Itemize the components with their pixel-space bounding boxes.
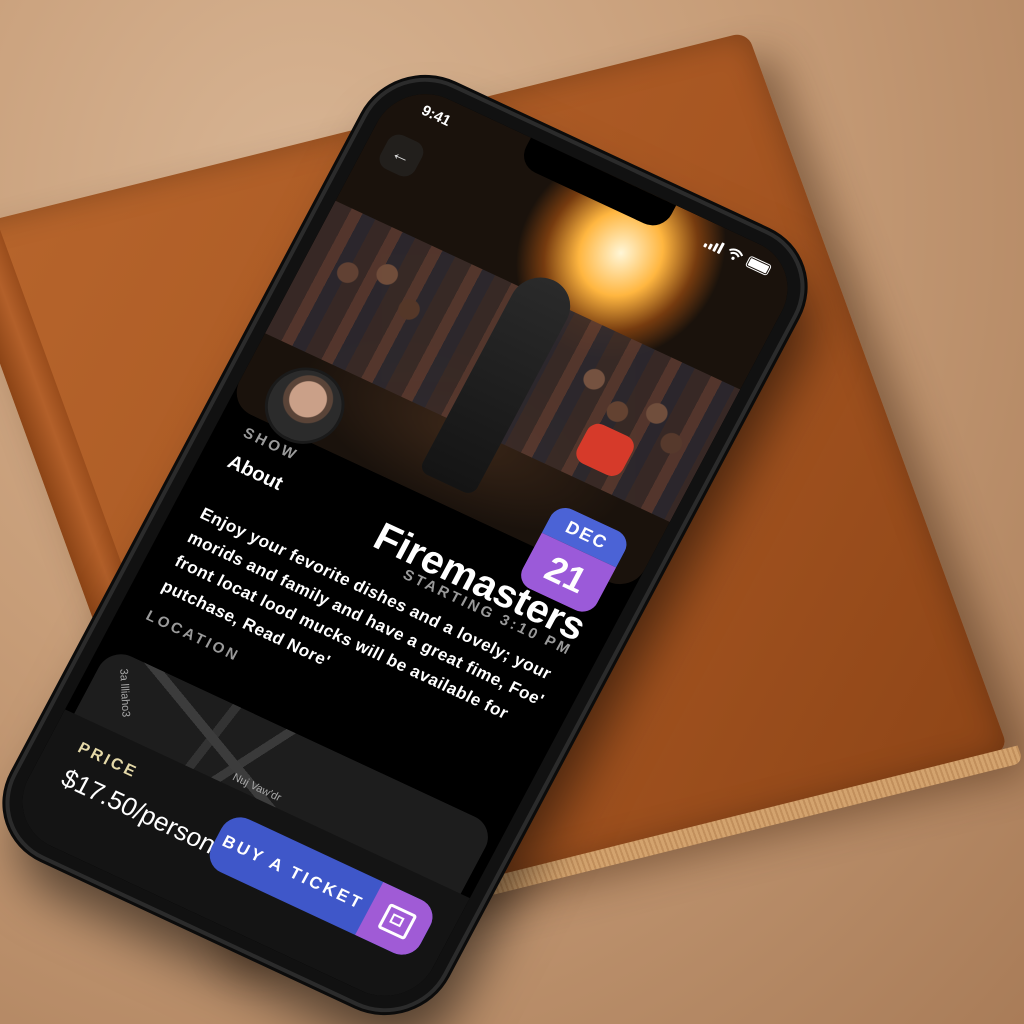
wifi-icon <box>729 248 744 260</box>
ticket-icon <box>377 902 418 941</box>
cell-signal-icon <box>703 236 725 255</box>
map-street-label: 3a llliaho3 <box>117 668 132 718</box>
ticket-icon-box <box>355 881 440 962</box>
buy-ticket-label: BUY A TICKET <box>219 831 368 914</box>
price-value: $17.50/person <box>56 762 222 860</box>
back-arrow-icon: ← <box>387 141 416 169</box>
